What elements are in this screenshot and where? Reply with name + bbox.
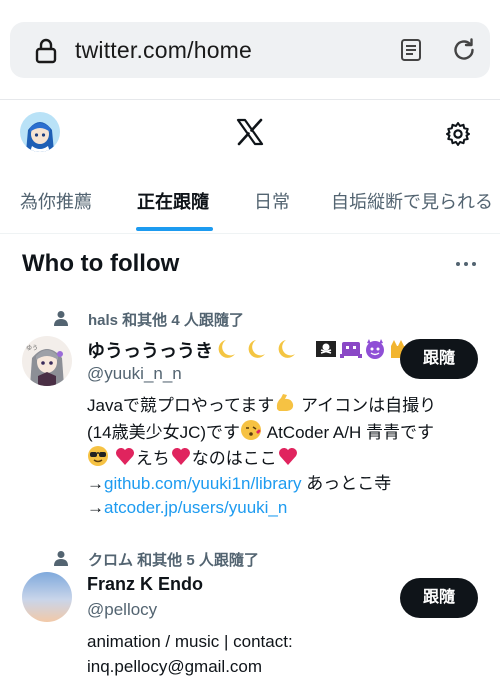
user-bio: animation / music | contact: inq.pellocy…: [87, 632, 293, 676]
browser-bar: twitter.com/home: [0, 0, 500, 100]
user-handle[interactable]: @yuuki_n_n: [87, 364, 182, 384]
app-header: [0, 100, 500, 168]
atcoder-link[interactable]: atcoder.jp/users/yuuki_n: [104, 498, 287, 517]
display-name[interactable]: ゆうっうっうき: [87, 337, 409, 363]
address-bar[interactable]: twitter.com/home: [10, 22, 490, 78]
heart-emoji-icon: [115, 448, 134, 465]
github-link[interactable]: github.com/yuuki1n/library: [104, 474, 301, 493]
active-tab-indicator: [136, 227, 213, 231]
user-handle[interactable]: @pellocy: [87, 600, 157, 620]
reload-icon[interactable]: [450, 36, 478, 64]
user-avatar[interactable]: ゆう: [22, 336, 72, 386]
timeline-tabs: 為你推薦 正在跟隨 日常 自垢縦断で見られる: [0, 168, 500, 234]
url-text[interactable]: twitter.com/home: [75, 37, 252, 64]
tab-list[interactable]: 自垢縦断で見られる: [331, 188, 493, 214]
lock-icon: [35, 38, 57, 64]
person-icon: [54, 311, 68, 326]
svg-text:ゆう: ゆう: [26, 345, 38, 352]
tab-following[interactable]: 正在跟隨: [137, 188, 209, 214]
more-options-icon[interactable]: [456, 262, 478, 268]
pirate-alien-devil-emoji-icon: [316, 339, 406, 359]
heart-emoji-icon: [171, 448, 190, 465]
user-avatar[interactable]: [22, 572, 72, 622]
social-context[interactable]: hals 和其他 4 人跟隨了: [88, 309, 244, 330]
person-icon: [54, 551, 68, 566]
avatar[interactable]: [20, 112, 60, 152]
sunglasses-emoji-icon: [88, 446, 108, 466]
social-context[interactable]: クロム 和其他 5 人跟隨了: [88, 549, 259, 570]
muscle-emoji-icon: [277, 394, 294, 411]
x-logo-icon[interactable]: [236, 118, 264, 146]
who-to-follow-title: Who to follow: [22, 250, 180, 277]
display-name[interactable]: Franz K Endo: [87, 574, 203, 595]
moon-emoji-icon: [218, 340, 296, 358]
user-bio: Javaで競プロやってます アイコンは自撮り (14歳美少女JC)です AtCo…: [87, 392, 482, 521]
reader-icon[interactable]: [399, 38, 423, 62]
tab-daily[interactable]: 日常: [254, 188, 290, 214]
kiss-face-emoji-icon: [241, 419, 262, 440]
follow-button[interactable]: 跟隨: [400, 578, 478, 618]
follow-button[interactable]: 跟隨: [400, 339, 478, 379]
heart-emoji-icon: [278, 448, 297, 465]
tab-for-you[interactable]: 為你推薦: [20, 188, 92, 214]
gear-icon[interactable]: [445, 121, 471, 147]
